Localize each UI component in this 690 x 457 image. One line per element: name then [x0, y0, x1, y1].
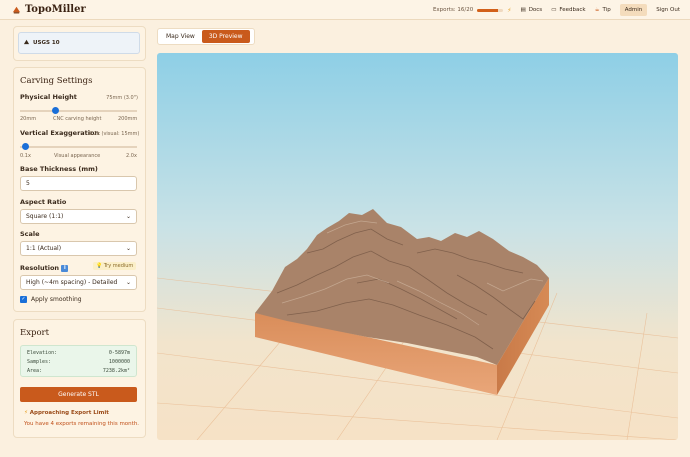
resolution-select[interactable]: High (~4m spacing) - Detailed ⌄ [20, 275, 137, 290]
vertical-exaggeration-slider[interactable] [20, 143, 137, 150]
top-bar: TopoMiller Exports: 16/20 ⚡ ▤ Docs ▭ Fee… [0, 0, 690, 20]
smoothing-label: Apply smoothing [31, 296, 82, 303]
area-value: 7238.2km² [102, 368, 130, 374]
elevation-label: Elevation: [27, 350, 58, 356]
signout-link[interactable]: Sign Out [656, 7, 680, 13]
tip-link[interactable]: ☕ Tip [595, 7, 611, 13]
physical-height-thumb[interactable] [51, 107, 59, 114]
logo[interactable]: TopoMiller [12, 4, 86, 15]
physical-height-min: 20mm [20, 116, 37, 122]
terrain-scene [157, 209, 678, 440]
area-row: Area: 7238.2km² [27, 368, 130, 374]
header-nav: Exports: 16/20 ⚡ ▤ Docs ▭ Feedback ☕ Tip… [433, 3, 680, 17]
lightning-icon: ⚡ [24, 410, 28, 416]
physical-height-max: 200mm [118, 116, 138, 122]
resolution-hint-badge: 💡 Try medium [93, 262, 137, 270]
lightbulb-icon: 💡 [96, 263, 103, 269]
tab-3d-preview[interactable]: 3D Preview [201, 30, 250, 43]
data-source-card[interactable]: ⛰ USGS 10 [18, 32, 140, 54]
exports-progress [477, 8, 504, 12]
docs-link[interactable]: ▤ Docs [520, 7, 542, 13]
aspect-ratio-select[interactable]: Square (1:1) ⌄ [20, 209, 137, 224]
samples-row: Samples: 1000000 [27, 359, 130, 365]
feedback-link[interactable]: ▭ Feedback [551, 7, 585, 13]
feedback-label: Feedback [559, 7, 586, 13]
resolution-hint-text: Try medium [103, 263, 134, 269]
physical-height-value: 75mm (3.0") [106, 95, 138, 101]
vertical-exaggeration-caption: Visual appearance [54, 153, 101, 159]
coffee-icon: ☕ [594, 7, 600, 13]
data-source-label: USGS 10 [33, 40, 60, 46]
base-thickness-input[interactable]: 5 [20, 176, 137, 191]
physical-height-slider[interactable] [20, 107, 137, 114]
view-tabs: Map View 3D Preview [157, 28, 255, 45]
carving-settings-title: Carving Settings [20, 76, 93, 86]
smoothing-toggle[interactable]: ✓ Apply smoothing [20, 296, 82, 303]
export-title: Export [20, 328, 50, 338]
generate-stl-button[interactable]: Generate STL [20, 387, 137, 402]
physical-height-caption: CNC carving height [53, 116, 102, 122]
scale-label: Scale [20, 230, 40, 238]
chevron-down-icon: ⌄ [125, 279, 131, 286]
export-limit-warning-body: You have 4 exports remaining this month. [24, 421, 140, 427]
scale-select[interactable]: 1:1 (Actual) ⌄ [20, 241, 137, 256]
export-limit-warning-title: ⚡ Approaching Export Limit [24, 410, 109, 416]
resolution-label-text: Resolution [20, 264, 60, 272]
exports-progress-fill [477, 8, 499, 12]
aspect-ratio-value: Square (1:1) [26, 213, 64, 220]
admin-label: Admin [624, 7, 643, 13]
chevron-down-icon: ⌄ [125, 245, 131, 252]
samples-label: Samples: [27, 359, 52, 365]
app-name: TopoMiller [25, 4, 86, 15]
vertical-exaggeration-value: 0.2x (visual: 15mm) [89, 131, 140, 137]
export-limit-warning-title-text: Approaching Export Limit [29, 410, 109, 416]
elevation-value: 0-5897m [108, 350, 130, 356]
resolution-label: Resolution i [20, 264, 69, 272]
vertical-exaggeration-max: 2.0x [126, 153, 137, 159]
exports-status: Exports: 16/20 ⚡ [433, 7, 512, 14]
tab-map-view[interactable]: Map View [159, 30, 202, 43]
tip-label: Tip [602, 7, 611, 13]
lightning-icon: ⚡ [507, 6, 512, 14]
chat-icon: ▭ [551, 7, 557, 13]
mountain-icon: ⛰ [24, 39, 30, 46]
aspect-ratio-label: Aspect Ratio [20, 198, 67, 206]
book-icon: ▤ [520, 7, 526, 13]
signout-label: Sign Out [656, 7, 680, 13]
base-thickness-label: Base Thickness (mm) [20, 165, 98, 173]
area-label: Area: [27, 368, 43, 374]
admin-button[interactable]: Admin [619, 4, 648, 16]
exports-label: Exports: 16/20 [432, 7, 474, 13]
vertical-exaggeration-label: Vertical Exaggeration [20, 129, 100, 137]
resolution-value: High (~4m spacing) - Detailed [26, 279, 118, 286]
3d-preview-viewport[interactable] [157, 53, 678, 440]
chevron-down-icon: ⌄ [125, 213, 131, 220]
elevation-row: Elevation: 0-5897m [27, 350, 130, 356]
mill-icon [12, 6, 21, 14]
vertical-exaggeration-min: 0.1x [20, 153, 31, 159]
physical-height-label: Physical Height [20, 93, 77, 101]
info-icon[interactable]: i [61, 264, 69, 272]
docs-label: Docs [528, 7, 543, 13]
checkbox-checked-icon[interactable]: ✓ [20, 296, 27, 303]
scale-value: 1:1 (Actual) [26, 245, 62, 252]
export-stats: Elevation: 0-5897m Samples: 1000000 Area… [20, 345, 137, 377]
samples-value: 1000000 [108, 359, 130, 365]
